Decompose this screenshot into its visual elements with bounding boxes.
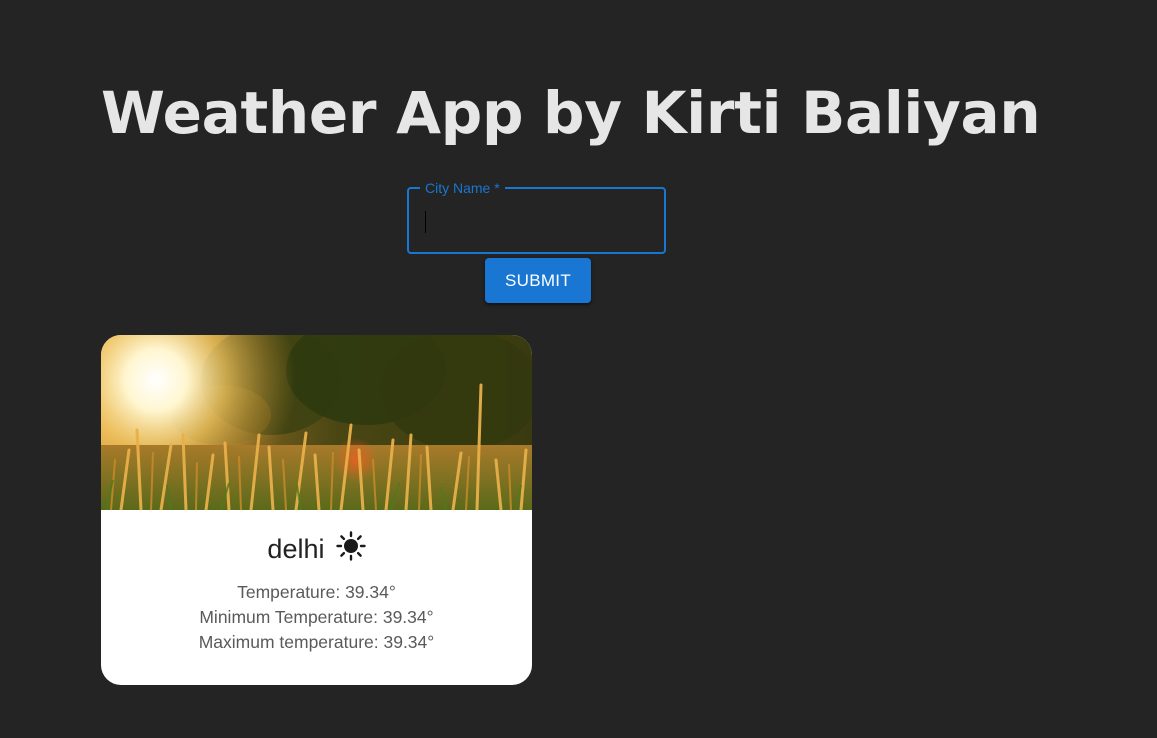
temperature-text: Temperature: 39.34° bbox=[237, 582, 396, 602]
city-name-input[interactable] bbox=[409, 189, 664, 252]
weather-card: delhi Temperature: 39.34° Minimum Temper… bbox=[101, 335, 532, 685]
weather-details: Temperature: 39.34° Minimum Temperature:… bbox=[101, 580, 532, 655]
page-title: Weather App by Kirti Baliyan bbox=[101, 79, 1041, 147]
max-temperature-text: Maximum temperature: 39.34° bbox=[198, 632, 435, 652]
weather-card-image bbox=[101, 335, 532, 510]
sun-icon bbox=[335, 531, 366, 561]
submit-button[interactable]: SUBMIT bbox=[485, 258, 591, 303]
text-cursor bbox=[425, 211, 426, 233]
city-heading: delhi bbox=[101, 531, 532, 565]
city-name: delhi bbox=[267, 534, 325, 564]
city-name-field[interactable]: City Name * bbox=[407, 179, 666, 254]
min-temperature-text: Minimum Temperature: 39.34° bbox=[199, 607, 434, 627]
